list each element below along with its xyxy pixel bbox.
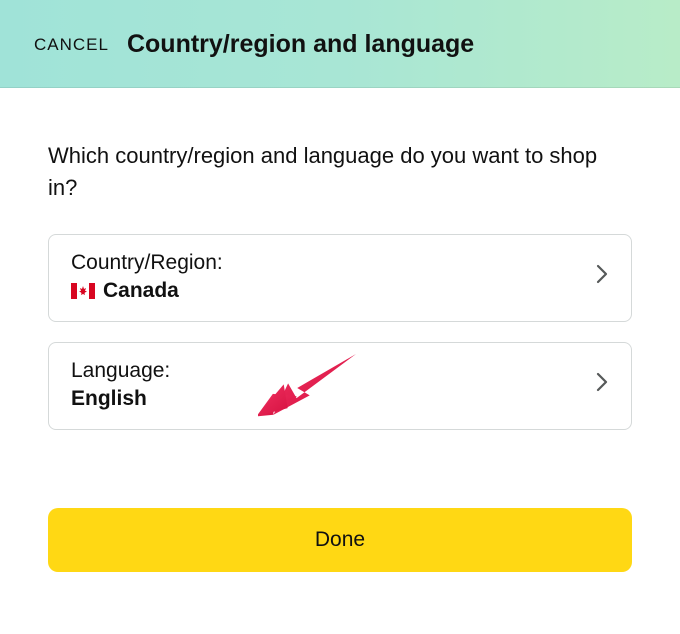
country-region-text: Country/Region: Canada <box>71 251 223 303</box>
chevron-right-icon <box>595 263 609 290</box>
header: CANCEL Country/region and language <box>0 0 680 88</box>
country-region-label: Country/Region: <box>71 251 223 275</box>
country-region-row[interactable]: Country/Region: Canada <box>48 234 632 322</box>
canada-flag-icon <box>71 283 95 299</box>
language-text: Language: English <box>71 359 170 411</box>
cancel-button[interactable]: CANCEL <box>34 35 109 55</box>
chevron-right-icon <box>595 371 609 398</box>
content: Which country/region and language do you… <box>0 88 680 430</box>
done-button[interactable]: Done <box>48 508 632 572</box>
prompt-text: Which country/region and language do you… <box>48 140 632 204</box>
page-title: Country/region and language <box>127 30 474 59</box>
country-region-value: Canada <box>103 279 179 303</box>
language-row[interactable]: Language: English <box>48 342 632 430</box>
language-label: Language: <box>71 359 170 383</box>
language-value: English <box>71 387 170 411</box>
